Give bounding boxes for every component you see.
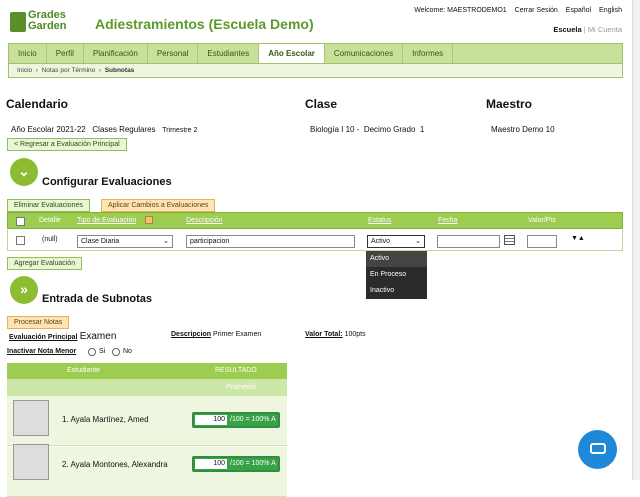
apply-changes-button[interactable]: Aplicar Cambios a Evaluaciones	[101, 199, 216, 212]
table-row: (null) Clase Diaria ⌄ participacion Activ…	[7, 230, 623, 251]
estatus-dropdown: Activo En Proceso Inactivo	[366, 251, 427, 299]
select-all-checkbox[interactable]	[16, 217, 25, 226]
col-tipo[interactable]: Tipo de Evaluación	[77, 217, 136, 224]
nav-perfil[interactable]: Perfil	[47, 44, 84, 63]
avatar-placeholder-icon	[13, 444, 49, 480]
mi-cuenta-link[interactable]: Mi Cuenta	[588, 25, 622, 34]
nav-personal[interactable]: Personal	[148, 44, 199, 63]
chat-button[interactable]	[578, 430, 617, 469]
escuela-link[interactable]: Escuela	[553, 25, 581, 34]
nav-ano-escolar[interactable]: Año Escolar	[259, 44, 325, 63]
maestro-heading: Maestro	[486, 97, 533, 111]
welcome-text: Welcome: MAESTRODEMO1	[414, 7, 507, 14]
nav-informes[interactable]: Informes	[403, 44, 454, 63]
fecha-input[interactable]	[437, 235, 500, 248]
breadcrumb-notas[interactable]: Notas por Término	[42, 67, 96, 74]
nav-inicio[interactable]: Inicio	[9, 44, 47, 63]
table-row: 2. Ayala Montones, Alexandra 100 /100 = …	[7, 444, 287, 497]
col-fecha[interactable]: Fecha	[438, 217, 457, 224]
row-detalle: (null)	[42, 236, 58, 243]
tipo-select[interactable]: Clase Diaria ⌄	[77, 235, 173, 248]
score-input[interactable]: 100	[195, 415, 227, 425]
students-header: Estudiante RESULTADO	[7, 363, 287, 379]
breadcrumb: Inicio › Notas por Término › Subnotas	[8, 63, 623, 78]
col-descripcion[interactable]: Descripción	[186, 217, 223, 224]
option-activo[interactable]: Activo	[366, 251, 427, 267]
clase-heading: Clase	[305, 97, 338, 111]
chevron-right-icon: »	[10, 276, 38, 304]
avatar-placeholder-icon	[13, 400, 49, 436]
nav-planificacion[interactable]: Planificación	[84, 44, 148, 63]
evaluations-table-header: Detalle Tipo de Evaluación Descripción E…	[7, 212, 623, 229]
chat-icon	[590, 443, 606, 454]
entry-heading: Entrada de Subnotas	[42, 293, 153, 305]
option-inactivo[interactable]: Inactivo	[366, 283, 427, 299]
brand-logo-icon[interactable]	[10, 12, 26, 32]
process-grades-button[interactable]: Procesar Notas	[7, 316, 70, 329]
logout-link[interactable]: Cerrar Sesión	[515, 7, 558, 14]
top-user-bar: Welcome: MAESTRODEMO1 Cerrar Sesión Espa…	[408, 7, 622, 14]
score-input[interactable]: 100	[195, 459, 227, 469]
main-nav: Inicio Perfil Planificación Personal Est…	[8, 43, 623, 63]
nav-estudiantes[interactable]: Estudiantes	[198, 44, 260, 63]
brand-name[interactable]: Grades Garden	[28, 10, 67, 32]
breadcrumb-inicio[interactable]: Inicio	[17, 67, 32, 74]
nav-comunicaciones[interactable]: Comunicaciones	[325, 44, 404, 63]
score-field: 100 /100 = 100% A	[192, 412, 280, 428]
breadcrumb-current: Subnotas	[104, 67, 135, 74]
col-estatus[interactable]: Estatus	[368, 217, 391, 224]
valor-total: Valor Total: 100pts	[305, 331, 366, 338]
row-checkbox[interactable]	[16, 236, 25, 245]
col-detalle: Detalle	[39, 217, 61, 224]
chevron-down-icon: ⌄	[10, 158, 38, 186]
config-heading: Configurar Evaluaciones	[42, 176, 172, 188]
calendario-info: Año Escolar 2021-22 Clases Regulares Tri…	[11, 125, 198, 134]
sort-icon[interactable]	[145, 216, 153, 224]
option-en-proceso[interactable]: En Proceso	[366, 267, 427, 283]
table-row: 1. Ayala Martínez, Amed 100 /100 = 100% …	[7, 396, 287, 446]
eval-principal: Evaluación Principal Examen	[9, 331, 117, 342]
page-title: Adiestramientos (Escuela Demo)	[95, 16, 314, 32]
students-subheader: Promedio	[7, 379, 287, 396]
descripcion-info: Descripcion Primer Examen	[171, 331, 262, 338]
lang-en-link[interactable]: English	[599, 7, 622, 14]
calendario-heading: Calendario	[6, 97, 69, 111]
maestro-info: Maestro Demo 10	[491, 125, 555, 134]
valor-input[interactable]	[527, 235, 557, 248]
descripcion-input[interactable]: participacion	[186, 235, 355, 248]
scrollbar[interactable]	[632, 0, 640, 480]
back-button[interactable]: < Regresar a Evaluación Principal	[7, 138, 127, 151]
col-valor: Valor/Pts	[528, 217, 556, 224]
calendar-icon[interactable]	[504, 235, 515, 245]
inactivar-row: Inactivar Nota Menor Si No	[7, 348, 132, 356]
add-evaluation-button[interactable]: Agregar Evaluación	[7, 257, 83, 270]
student-name: 2. Ayala Montones, Alexandra	[62, 460, 168, 469]
score-field: 100 /100 = 100% A	[192, 456, 280, 472]
radio-no[interactable]	[112, 348, 120, 356]
clase-info: Biología I 10 - Decimo Grado 1	[310, 125, 425, 134]
move-arrows-icon[interactable]: ▼▲	[571, 235, 585, 242]
student-name: 1. Ayala Martínez, Amed	[62, 415, 149, 424]
estatus-select[interactable]: Activo ⌄	[367, 235, 425, 248]
lang-es-link[interactable]: Español	[566, 7, 591, 14]
delete-evaluations-button[interactable]: Eliminar Evaluaciones	[7, 199, 90, 212]
account-switch: Escuela | Mi Cuenta	[553, 25, 622, 34]
radio-si[interactable]	[88, 348, 96, 356]
